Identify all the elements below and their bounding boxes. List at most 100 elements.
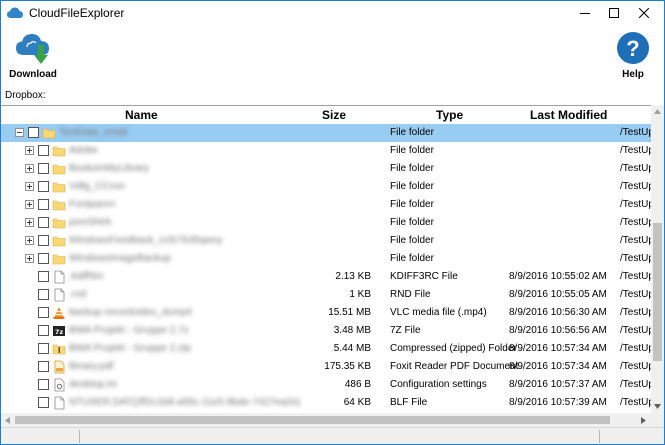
expand-icon[interactable] [25,182,34,191]
horizontal-scroll-thumb[interactable] [15,416,610,424]
folder-icon [52,234,66,248]
row-checkbox[interactable] [38,235,49,246]
row-name: Adobe [69,145,98,156]
tree-folder-row[interactable]: Vdfg_CCcsn File folder/TestUp [1,178,651,196]
row-path: /TestUp [620,307,651,318]
tree-folder-row[interactable]: WindowsFeedback_cc5r7k35qwvy File folder /… [1,232,651,250]
row-checkbox[interactable] [38,253,49,264]
row-path: /TestUp [620,397,651,408]
row-size: 3.48 MB [333,325,371,336]
row-type: File folder [390,181,434,192]
row-last-modified: 8/9/2016 10:56:56 AM [509,325,607,336]
column-header-name[interactable]: Name [125,108,158,122]
tree-file-row[interactable]: .rnd 1 KB RND File 8/9/2016 10:55:05 AM/Tes… [1,286,651,304]
tree-folder-row[interactable]: Adobe File folder/TestUp [1,142,651,160]
tree-file-row[interactable]: NTUSER.DAT{2ff2c1b8-a55c-11e5-9bde-7427e… [1,394,651,412]
app-window: CloudFileExplorer Download ? Help Dropbo… [0,0,665,445]
row-checkbox[interactable] [38,199,49,210]
row-type: File folder [390,199,434,210]
row-type: 7Z File [390,325,421,336]
row-checkbox[interactable] [28,127,39,138]
row-checkbox[interactable] [38,361,49,372]
row-checkbox[interactable] [38,307,49,318]
scroll-up-arrow-icon[interactable] [654,109,661,114]
folder-icon [52,216,66,230]
zip-icon [52,342,66,356]
download-button[interactable]: Download [9,31,57,80]
tree-file-row[interactable]: backup recordvideo_dcmp4 15.51 MB VLC medi… [1,304,651,322]
tree-folder-row[interactable]: Fontpanrrr File folder/TestUp [1,196,651,214]
row-checkbox[interactable] [38,343,49,354]
tree-file-row[interactable]: 7z BWA Projekt - Gruppe 2.7z 3.48 MB 7Z Fil… [1,322,651,340]
title-bar[interactable]: CloudFileExplorer [1,1,664,25]
location-label: Dropbox: [5,90,46,101]
row-name: BWA Projekt - Gruppe 2.zip [69,343,191,354]
row-path: /TestUp [620,253,651,264]
expand-icon[interactable] [25,200,34,209]
row-name: desktop.ini [69,379,117,390]
row-checkbox[interactable] [38,289,49,300]
tree-file-row[interactable]: BWA Projekt - Gruppe 2.zip 5.44 MB Compres… [1,340,651,358]
expand-icon[interactable] [25,146,34,155]
row-path: /TestUp [620,181,651,192]
collapse-icon[interactable] [15,128,24,137]
row-type: File folder [390,253,434,264]
close-icon [639,8,649,18]
column-header-size[interactable]: Size [322,108,346,122]
scroll-right-arrow-icon[interactable] [641,417,646,424]
horizontal-scrollbar[interactable] [1,413,651,427]
maximize-icon [609,8,619,18]
maximize-button[interactable] [599,1,629,25]
tree-folder-row[interactable]: TestData_small File folder/TestUp [1,124,651,142]
row-last-modified: 8/9/2016 10:57:34 AM [509,361,607,372]
row-last-modified: 8/9/2016 10:55:05 AM [509,289,607,300]
scroll-down-arrow-icon[interactable] [654,404,661,409]
vertical-scroll-thumb[interactable] [653,223,662,361]
minimize-button[interactable] [570,1,600,25]
tree-folder-row[interactable]: WindowsImageBackup File folder/TestUp [1,250,651,268]
vertical-scrollbar[interactable] [651,105,664,413]
tree-folder-row[interactable]: BooksInMyLibrary File folder/TestUp [1,160,651,178]
help-button[interactable]: ? Help [613,31,653,80]
file-icon [52,270,66,284]
toolbar: Download ? Help [1,25,664,85]
scroll-left-arrow-icon[interactable] [5,417,10,424]
row-name: backup recordvideo_dcmp4 [69,307,192,318]
expand-icon[interactable] [25,218,34,227]
row-checkbox[interactable] [38,271,49,282]
expand-icon[interactable] [25,236,34,245]
row-type: File folder [390,217,434,228]
row-last-modified: 8/9/2016 10:56:30 AM [509,307,607,318]
tree-file-row[interactable]: desktop.ini 486 B Configuration settings 8/… [1,376,651,394]
row-name: NTUSER.DAT{2ff2c1b8-a55c-11e5-9bde-7427e… [69,397,301,408]
tree-folder-row[interactable]: pxmShtrk File folder/TestUp [1,214,651,232]
row-name: TestData_small [59,127,128,138]
download-label: Download [9,69,57,80]
row-type: File folder [390,163,434,174]
expand-icon[interactable] [25,164,34,173]
help-icon: ? [617,32,649,64]
row-path: /TestUp [620,361,651,372]
expand-icon[interactable] [25,254,34,263]
row-checkbox[interactable] [38,379,49,390]
column-header-last-modified[interactable]: Last Modified [530,108,607,122]
row-checkbox[interactable] [38,325,49,336]
tree-file-row[interactable]: .kdiff3rc 2.13 KB KDIFF3RC File 8/9/2016 10… [1,268,651,286]
row-checkbox[interactable] [38,217,49,228]
file-icon [52,288,66,302]
status-bar [1,427,664,444]
file-tree-table[interactable]: Name Size Type Last Modified TestData_sm… [1,105,651,413]
tree-file-row[interactable]: Binary.pdf 175.35 KB Foxit Reader PDF Docu… [1,358,651,376]
row-checkbox[interactable] [38,181,49,192]
row-checkbox[interactable] [38,145,49,156]
column-header-type[interactable]: Type [436,108,463,122]
status-divider [79,430,80,443]
help-label: Help [622,69,644,80]
row-size: 175.35 KB [324,361,371,372]
close-button[interactable] [629,1,659,25]
file-icon [52,396,66,410]
row-size: 5.44 MB [333,343,371,354]
row-checkbox[interactable] [38,163,49,174]
row-name: Binary.pdf [69,361,114,372]
row-checkbox[interactable] [38,397,49,408]
